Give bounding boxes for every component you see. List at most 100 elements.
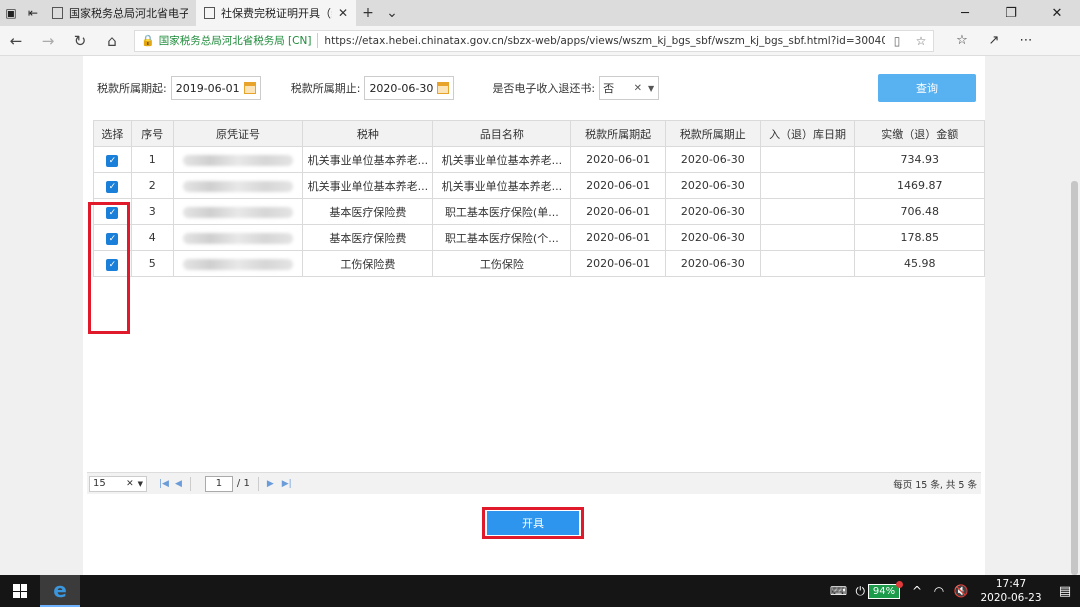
arrow-left-icon[interactable]: ← xyxy=(0,32,32,50)
calendar-icon[interactable] xyxy=(243,82,256,94)
minimize-icon[interactable]: ─ xyxy=(942,0,988,26)
system-tray: ⌨ ⏻ 94% ^ ◠ 🔇 17:47 2020-06-23 ▤ xyxy=(828,575,1080,607)
amount-cell: 734.93 xyxy=(854,146,985,173)
tab-social-security-certificate[interactable]: 社保费完税证明开具（纟 ✕ xyxy=(196,0,356,26)
tab-tax-bureau[interactable]: 国家税务总局河北省电子税 xyxy=(44,0,196,26)
col-header-period-end: 税款所属期止 xyxy=(664,120,761,147)
volume-muted-icon[interactable]: 🔇 xyxy=(950,584,972,598)
page-size-value: 15 xyxy=(93,478,106,489)
edge-browser-icon[interactable]: e xyxy=(40,575,80,607)
alert-dot xyxy=(896,580,903,588)
arrow-right-icon[interactable]: → xyxy=(32,32,64,50)
pager-divider xyxy=(257,476,259,491)
checkbox-column-highlight xyxy=(88,202,130,334)
table-row[interactable]: ✓ 4 基本医疗保险费 职工基本医疗保险(个... 2020-06-01 202… xyxy=(93,224,985,251)
chevron-up-icon[interactable]: ^ xyxy=(906,584,928,598)
tab-label: 社保费完税证明开具（纟 xyxy=(221,7,332,20)
scrollbar-thumb[interactable] xyxy=(1071,181,1078,575)
voucher-cell xyxy=(172,198,304,225)
table-row[interactable]: ✓ 3 基本医疗保险费 职工基本医疗保险(单... 2020-06-01 202… xyxy=(93,198,985,225)
url-field[interactable]: 🔒 国家税务总局河北省税务局 [CN] https://etax.hebei.c… xyxy=(134,29,934,52)
index-cell: 2 xyxy=(130,172,174,199)
col-header-amount: 实缴（退）金额 xyxy=(854,120,985,147)
keyboard-icon[interactable]: ⌨ xyxy=(828,584,850,598)
clear-icon[interactable]: ✕ xyxy=(126,479,134,489)
period-start-cell: 2020-06-01 xyxy=(570,146,666,173)
item-name-cell: 职工基本医疗保险(个... xyxy=(432,224,572,251)
notification-icon[interactable]: ▤ xyxy=(1050,584,1080,599)
share-icon[interactable]: ↗ xyxy=(978,33,1010,48)
select-cell[interactable]: ✓ xyxy=(93,146,132,173)
voucher-cell xyxy=(172,172,304,199)
star-icon[interactable]: ☆ xyxy=(909,34,933,48)
table-row[interactable]: ✓ 2 机关事业单位基本养老... 机关事业单位基本养老... 2020-06-… xyxy=(93,172,985,199)
chevron-down-icon[interactable]: ⌄ xyxy=(380,0,404,26)
clear-icon[interactable]: ✕ xyxy=(634,83,642,94)
system-clock[interactable]: 17:47 2020-06-23 xyxy=(976,577,1046,605)
restore-icon[interactable]: ❐ xyxy=(988,0,1034,26)
battery-level: 94% xyxy=(868,580,903,599)
query-button[interactable]: 查询 xyxy=(878,74,976,102)
last-page-icon[interactable]: ▶| xyxy=(282,479,292,489)
dropdown-arrow-icon[interactable]: ▼ xyxy=(648,84,654,93)
favorites-list-icon[interactable]: ☆ xyxy=(946,33,978,48)
table-row[interactable]: ✓ 5 工伤保险费 工伤保险 2020-06-01 2020-06-30 45.… xyxy=(93,250,985,277)
battery-indicator[interactable]: ⏻ 94% xyxy=(855,580,903,599)
content-panel: 税款所属期起: 2019-06-01 税款所属期止: 2020-06-30 是否… xyxy=(83,56,985,575)
more-icon[interactable]: ⋯ xyxy=(1010,33,1042,48)
home-icon[interactable]: ⌂ xyxy=(96,32,128,50)
certificate-table: 选择 序号 原凭证号 税种 品目名称 税款所属期起 税款所属期止 入（退）库日期… xyxy=(93,120,985,277)
site-identity[interactable]: 国家税务总局河北省税务局 [CN] xyxy=(159,33,319,48)
select-cell[interactable]: ✓ xyxy=(93,172,132,199)
start-button[interactable] xyxy=(0,575,40,607)
period-start-cell: 2020-06-01 xyxy=(570,172,666,199)
refund-select[interactable]: 否 ✕ ▼ xyxy=(599,76,660,100)
end-date-input[interactable]: 2020-06-30 xyxy=(364,76,455,100)
col-header-index: 序号 xyxy=(130,120,174,147)
next-page-icon[interactable]: ▶ xyxy=(267,479,274,489)
tax-type-cell: 基本医疗保险费 xyxy=(302,224,434,251)
close-window-icon[interactable]: ✕ xyxy=(1034,0,1080,26)
prev-page-icon[interactable]: ◀ xyxy=(175,479,182,489)
issue-button-highlight: 开具 xyxy=(482,507,584,539)
current-page-input[interactable]: 1 xyxy=(204,475,233,492)
dropdown-arrow-icon[interactable]: ▼ xyxy=(138,480,143,488)
row-checkbox[interactable]: ✓ xyxy=(106,154,119,167)
start-date-input[interactable]: 2019-06-01 xyxy=(170,76,261,100)
storage-date-cell xyxy=(759,198,856,225)
item-name-cell: 机关事业单位基本养老... xyxy=(432,172,572,199)
browser-tab-bar: ▣ ⇤ 国家税务总局河北省电子税 社保费完税证明开具（纟 ✕ + ⌄ ─ ❐ ✕ xyxy=(0,0,1080,26)
row-checkbox[interactable]: ✓ xyxy=(106,180,119,193)
redacted-voucher-number xyxy=(183,258,293,270)
table-row[interactable]: ✓ 1 机关事业单位基本养老... 机关事业单位基本养老... 2020-06-… xyxy=(93,146,985,173)
col-header-select: 选择 xyxy=(93,120,132,147)
windows-taskbar: e ⌨ ⏻ 94% ^ ◠ 🔇 17:47 2020-06-23 ▤ xyxy=(0,575,1080,607)
wifi-icon[interactable]: ◠ xyxy=(928,584,950,598)
power-plug-icon: ⏻ xyxy=(855,583,866,598)
pager-divider xyxy=(189,476,191,491)
first-page-icon[interactable]: |◀ xyxy=(159,479,169,489)
tax-type-cell: 机关事业单位基本养老... xyxy=(302,146,434,173)
calendar-icon[interactable] xyxy=(437,82,450,94)
end-date-label: 税款所属期止: xyxy=(290,82,361,95)
plus-icon[interactable]: + xyxy=(356,0,380,26)
start-date-value: 2019-06-01 xyxy=(175,81,240,95)
close-icon[interactable]: ✕ xyxy=(338,6,348,20)
item-name-cell: 工伤保险 xyxy=(432,250,572,277)
issue-button[interactable]: 开具 xyxy=(487,511,579,535)
page-size-select[interactable]: 15 ✕ ▼ xyxy=(89,475,147,492)
window-stack-icon[interactable]: ▣ xyxy=(0,0,22,26)
period-end-cell: 2020-06-30 xyxy=(664,250,761,277)
redacted-voucher-number xyxy=(183,154,293,166)
refresh-icon[interactable]: ↻ xyxy=(64,32,96,50)
storage-date-cell xyxy=(759,146,856,173)
tax-type-cell: 基本医疗保险费 xyxy=(302,198,434,225)
end-date-value: 2020-06-30 xyxy=(369,81,434,95)
page-scrollbar[interactable] xyxy=(1068,56,1080,575)
book-icon[interactable]: ▯ xyxy=(885,34,909,48)
storage-date-cell xyxy=(759,224,856,251)
lock-icon: 🔒 xyxy=(141,34,155,47)
amount-cell: 1469.87 xyxy=(854,172,985,199)
url-text[interactable]: https://etax.hebei.chinatax.gov.cn/sbzx-… xyxy=(318,35,885,47)
tab-back-icon[interactable]: ⇤ xyxy=(22,0,44,26)
